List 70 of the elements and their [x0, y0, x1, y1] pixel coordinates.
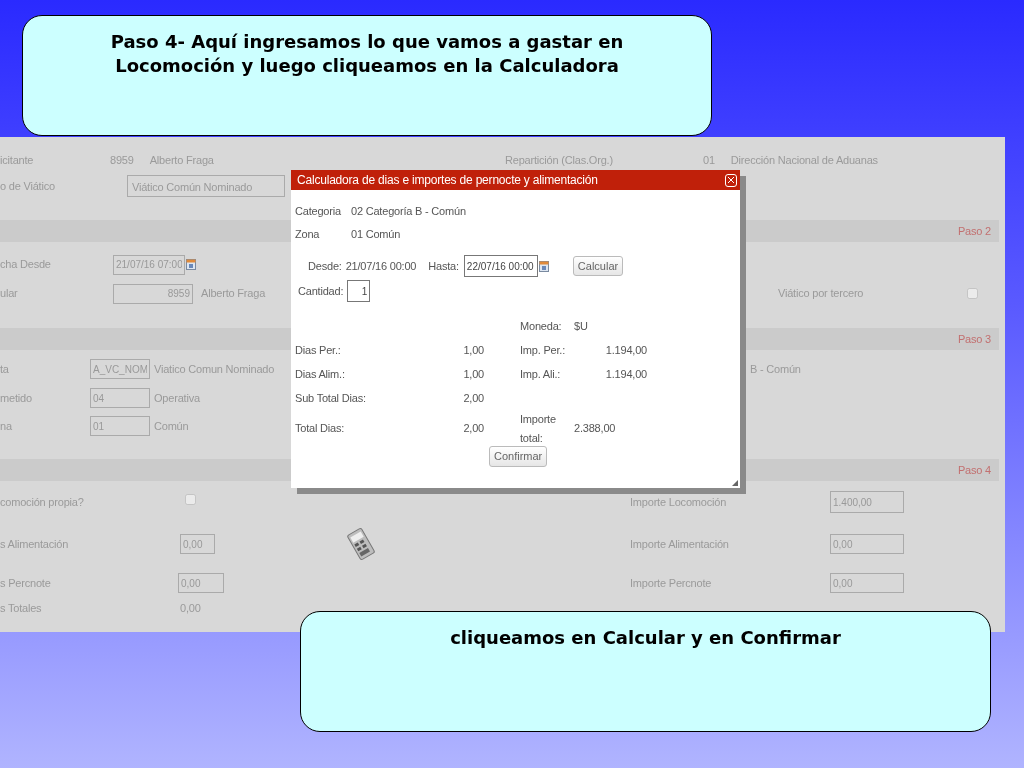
field-label: na [0, 418, 12, 434]
field-label: Total Dias: [295, 421, 345, 437]
value-text: 21/07/16 00:00 [345, 258, 417, 274]
close-icon [728, 177, 734, 183]
value-text: 02 Categoría B - Común [351, 204, 466, 220]
field-label: Zona [295, 227, 320, 243]
value-text: B - Común [750, 361, 801, 377]
input-field[interactable]: 01 [90, 416, 150, 436]
field-label: s Percnote [0, 575, 51, 591]
name-text: Dirección Nacional de Aduanas [730, 152, 878, 168]
value-text: 1.194,00 [605, 366, 647, 382]
amount-field[interactable]: 1.400,00 [830, 491, 904, 513]
field-label: Dias Per.: [295, 342, 341, 358]
field-label: Importe Alimentación [630, 536, 729, 552]
field-label: Dias Alim.: [295, 366, 345, 382]
code-text: 01 [703, 152, 715, 168]
field-label: cha Desde [0, 257, 51, 273]
value-text: 1,00 [463, 342, 484, 358]
close-button[interactable] [725, 173, 737, 187]
step-label: Paso 3 [957, 331, 991, 347]
value-text: 2.388,00 [574, 421, 616, 437]
field-label: Hasta: [428, 258, 459, 274]
field-label: ta [0, 361, 9, 377]
instruction-text: Paso 4- Aquí ingresamos lo que vamos a gastar en Locomoción y luego cliqueamos en la Calculadora [110, 30, 624, 79]
field-label: Categoria [295, 204, 341, 220]
value-text: $U [574, 318, 588, 334]
field-label: Cantidad: [298, 283, 344, 299]
code-text: 8959 [110, 152, 134, 168]
input-field[interactable]: 8959 [113, 283, 193, 304]
field-label: Imp. Ali.: [520, 366, 562, 382]
value-text: Común [154, 418, 189, 434]
field-label: s Alimentación [0, 536, 69, 552]
input-field[interactable]: 04 [90, 388, 150, 408]
date-field[interactable]: 22/07/16 00:00 [463, 255, 538, 277]
field-label: icitante [0, 152, 34, 168]
confirmar-button[interactable]: Confirmar [489, 446, 548, 467]
step-label: Paso 4 [957, 462, 991, 478]
field-label: Imp. Per.: [520, 342, 567, 358]
value-text: 1.194,00 [605, 342, 647, 358]
date-field[interactable]: 21/07/16 07:00 [113, 254, 185, 275]
calendar-icon[interactable] [186, 258, 196, 271]
field-label: Desde: [308, 258, 342, 274]
field-label: comoción propia? [0, 494, 84, 510]
quantity-field[interactable]: 1 [347, 280, 371, 302]
dialog-title: Calculadora de dias e importes de pernocte y alimentación [297, 172, 598, 189]
instruction-text: cliqueamos en Calcular y en Confirmar [450, 626, 841, 650]
name-text: Alberto Fraga [201, 286, 266, 302]
select-field[interactable]: Viático Común Nominado [127, 175, 285, 197]
field-label: Importe Locomoción [630, 494, 727, 510]
value-text: 2,00 [463, 421, 484, 437]
value-text: 2,00 [463, 390, 484, 406]
value-text: Viatico Comun Nominado [154, 361, 275, 377]
input-field[interactable]: A_VC_NOM [90, 359, 150, 379]
field-label: metido [0, 390, 32, 406]
name-text: Alberto Fraga [149, 152, 214, 168]
field-label: ular [0, 286, 18, 302]
value-text: Operativa [154, 390, 200, 406]
calcular-button[interactable]: Calcular [572, 255, 624, 277]
step-label: Paso 2 [957, 223, 991, 239]
field-label: Repartición (Clas.Org.) [505, 152, 613, 168]
field-label: Importe total: [520, 412, 557, 446]
value-text: 1,00 [463, 366, 484, 382]
field-label: Importe Percnote [630, 575, 712, 591]
field-label: Viático por tercero [778, 286, 864, 302]
field-label: s Totales [0, 600, 42, 616]
field-label: Sub Total Dias: [295, 390, 366, 406]
value-text: 01 Común [351, 227, 401, 243]
calendar-icon[interactable] [538, 259, 549, 273]
value-text: 0,00 [180, 600, 201, 616]
field-label: Moneda: [520, 318, 562, 334]
